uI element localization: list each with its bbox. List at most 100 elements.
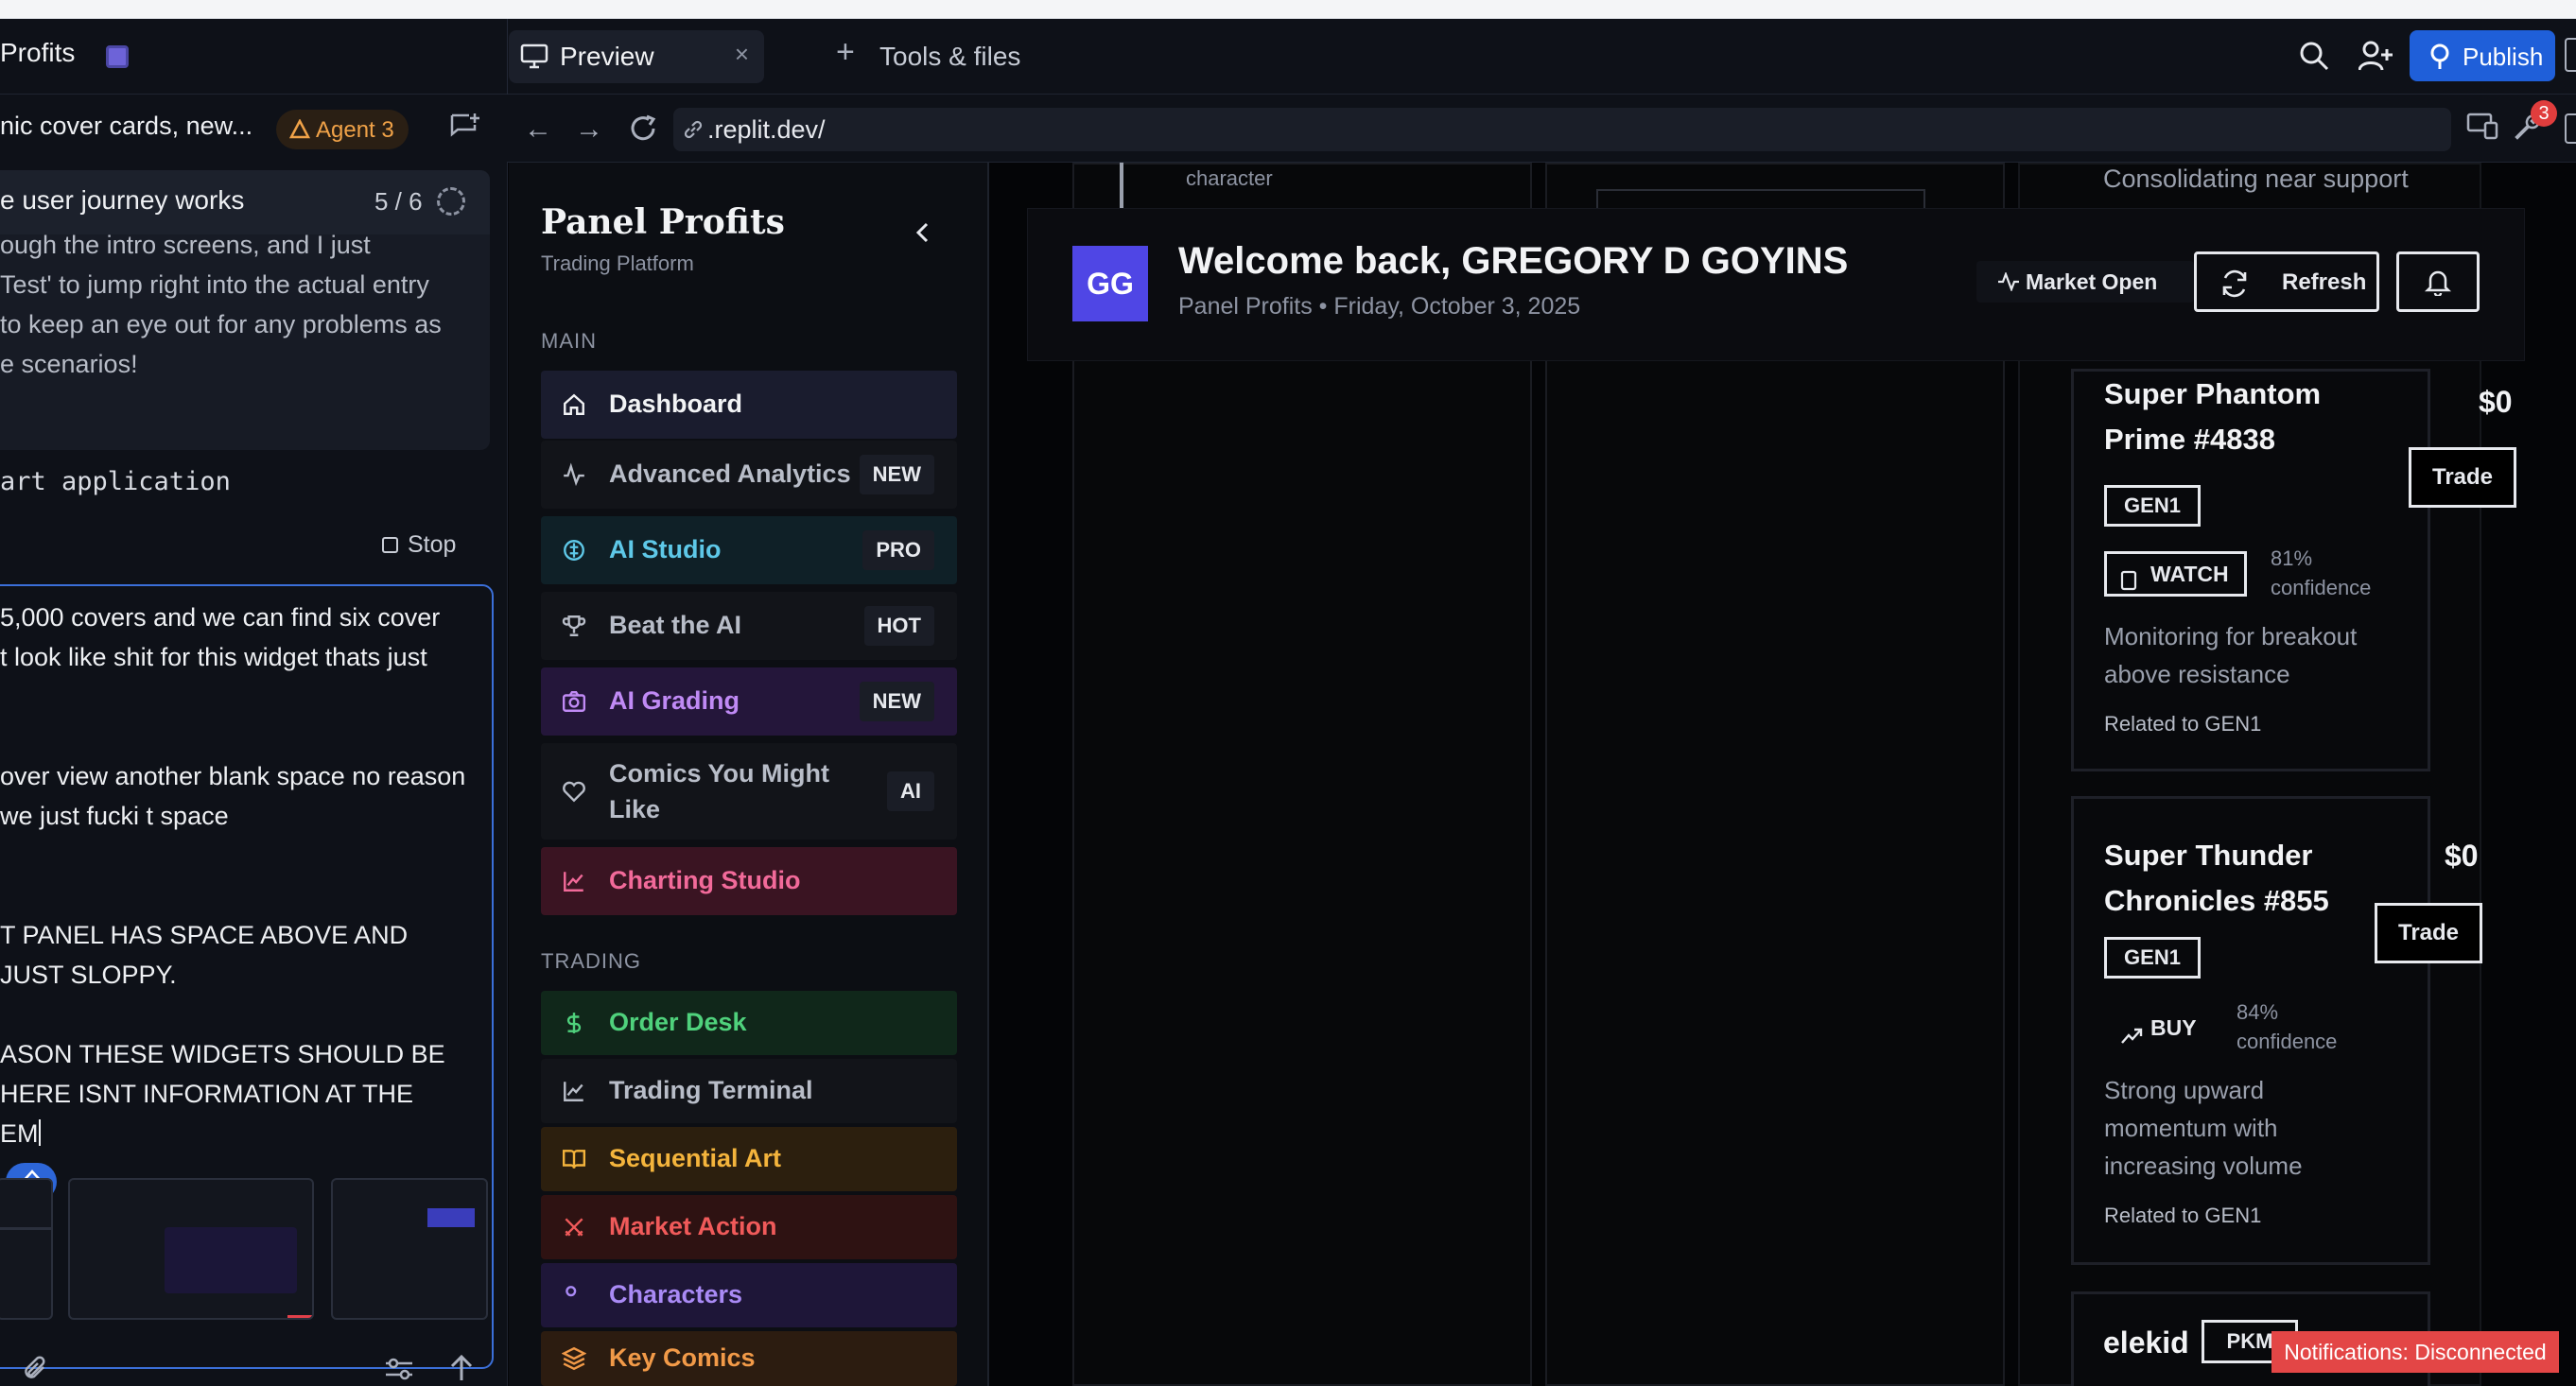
signal-description: above resistance: [2104, 660, 2290, 688]
attachment-thumbnail[interactable]: [68, 1178, 314, 1320]
sidebar-item-label: Market Action: [609, 1212, 777, 1240]
panel-toggle-icon[interactable]: [2565, 38, 2576, 72]
signal-card[interactable]: Super Phantom Prime #4838 $0 Trade GEN1 …: [2071, 369, 2516, 771]
sidebar-item-label: Comics You Might Like: [609, 759, 830, 823]
stop-button[interactable]: Stop: [382, 531, 456, 559]
nav-badge: PRO: [862, 530, 934, 570]
thread-title[interactable]: nic cover cards, new...: [0, 112, 252, 141]
series-tag: GEN1: [2104, 485, 2201, 527]
sidebar-item-trading-terminal[interactable]: Trading Terminal: [541, 1059, 957, 1123]
reload-icon[interactable]: [628, 113, 658, 148]
refresh-button[interactable]: Refresh: [2194, 251, 2379, 312]
attachment-thumbnail[interactable]: [331, 1178, 488, 1320]
dollar-icon: [562, 1011, 586, 1040]
composer-line: t look like shit for this widget thats j…: [0, 643, 427, 671]
publish-button[interactable]: Publish: [2410, 30, 2555, 81]
paperclip-icon[interactable]: [21, 1354, 49, 1386]
close-icon[interactable]: ×: [735, 40, 749, 69]
notification-status-toast: Notifications: Disconnected: [2271, 1331, 2559, 1373]
send-arrow-icon[interactable]: [448, 1354, 475, 1386]
trophy-icon: [562, 614, 586, 643]
sidebar-item-advanced-analytics[interactable]: Advanced Analytics NEW: [541, 441, 957, 509]
signal-action-label: BUY: [2150, 1015, 2197, 1040]
back-arrow-icon[interactable]: ←: [524, 113, 552, 146]
sidebar-item-dashboard[interactable]: Dashboard: [541, 371, 957, 439]
url-bar[interactable]: .replit.dev/: [673, 108, 2451, 151]
composer-last-line: EM: [0, 1119, 41, 1149]
sidebar-item-label: Beat the AI: [609, 611, 742, 639]
nav-badge: NEW: [859, 455, 934, 494]
task-text-line: Test' to jump right into the actual entr…: [0, 270, 429, 299]
confidence-value: 81%: [2271, 546, 2313, 570]
sidebar-item-label: Advanced Analytics: [609, 459, 851, 488]
search-icon[interactable]: [2298, 40, 2330, 77]
link-icon: [683, 119, 704, 145]
signal-related: Related to GEN1: [2104, 1204, 2262, 1227]
agent-badge[interactable]: Agent 3: [276, 110, 409, 149]
notifications-button[interactable]: [2396, 251, 2480, 312]
attachment-thumbnail[interactable]: [0, 1178, 53, 1320]
sliders-icon[interactable]: [384, 1356, 414, 1386]
stop-label: Stop: [408, 531, 457, 558]
chevron-left-icon[interactable]: [910, 219, 936, 251]
signal-name-line: Chronicles #855: [2104, 884, 2329, 917]
sidebar-item-key-comics[interactable]: Key Comics: [541, 1331, 957, 1386]
confidence-label: confidence: [2237, 1030, 2338, 1053]
sidebar-item-label: Dashboard: [609, 390, 743, 418]
activity-icon: [1997, 270, 2020, 296]
project-color-badge: [106, 45, 129, 68]
sidebar-item-ai-grading[interactable]: AI Grading NEW: [541, 667, 957, 736]
signal-action-label: WATCH: [2150, 562, 2229, 586]
tab-preview[interactable]: Preview ×: [509, 30, 764, 83]
task-text-line: ough the intro screens, and I just: [0, 231, 371, 259]
new-chat-icon[interactable]: [448, 112, 480, 147]
composer-line: HERE ISNT INFORMATION AT THE: [0, 1080, 414, 1108]
market-status-label: Market Open: [2026, 269, 2158, 294]
composer-line: 5,000 covers and we can find six cover: [0, 603, 441, 632]
sidebar-item-label: AI Grading: [609, 686, 740, 715]
notification-count-badge: 3: [2531, 100, 2557, 127]
sidebar-item-label: AI Studio: [609, 535, 722, 563]
avatar[interactable]: GG: [1072, 246, 1148, 321]
agent-label: Agent 3: [316, 117, 394, 143]
sidebar-item-order-desk[interactable]: Order Desk: [541, 991, 957, 1055]
signal-price: $0: [2479, 385, 2513, 419]
forward-arrow-icon[interactable]: →: [575, 113, 603, 146]
thumbnail-content: [165, 1227, 297, 1293]
sidebar-item-label: Key Comics: [609, 1343, 756, 1372]
home-icon: [562, 392, 586, 422]
publish-label: Publish: [2463, 43, 2544, 71]
thumbnail-content: [427, 1208, 475, 1227]
sidebar-item-market-action[interactable]: Market Action: [541, 1195, 957, 1259]
heart-icon: [562, 779, 586, 808]
loading-spinner-icon: [437, 187, 465, 216]
brand-title: Panel Profits: [541, 202, 785, 242]
signal-card[interactable]: Super Thunder Chronicles #855 $0 Trade G…: [2071, 796, 2482, 1265]
devices-icon[interactable]: [2466, 112, 2498, 145]
sidebar-item-sequential-art[interactable]: Sequential Art: [541, 1127, 957, 1191]
project-title[interactable]: Profits: [0, 38, 75, 68]
sidebar-item-charting-studio[interactable]: Charting Studio: [541, 847, 957, 915]
section-label-main: MAIN: [541, 329, 597, 353]
sidebar-item-comics-you-might-like[interactable]: Comics You Might Like AI: [541, 743, 957, 840]
welcome-subtitle: Panel Profits • Friday, October 3, 2025: [1178, 293, 1581, 320]
task-name: e user journey works: [0, 185, 245, 215]
users-icon: [562, 1283, 586, 1312]
plus-icon: +: [836, 34, 855, 70]
panel-edge-icon[interactable]: [2565, 113, 2576, 144]
widget-box: [1596, 189, 1925, 208]
trade-button[interactable]: Trade: [2409, 447, 2516, 508]
sidebar-item-characters[interactable]: Characters: [541, 1263, 957, 1327]
signal-description: increasing volume: [2104, 1152, 2303, 1180]
sidebar-item-ai-studio[interactable]: AI Studio PRO: [541, 516, 957, 584]
trade-button[interactable]: Trade: [2375, 903, 2482, 963]
refresh-icon: [2219, 269, 2250, 303]
invite-user-icon[interactable]: [2358, 40, 2393, 77]
sidebar-item-beat-the-ai[interactable]: Beat the AI HOT: [541, 592, 957, 660]
sidebar-item-label: Order Desk: [609, 1008, 747, 1036]
series-tag: GEN1: [2104, 937, 2201, 979]
divider: [507, 19, 508, 95]
sidebar-item-label: Charting Studio: [609, 866, 801, 894]
signal-description: momentum with: [2104, 1114, 2278, 1142]
sidebar-item-label: Characters: [609, 1280, 743, 1308]
